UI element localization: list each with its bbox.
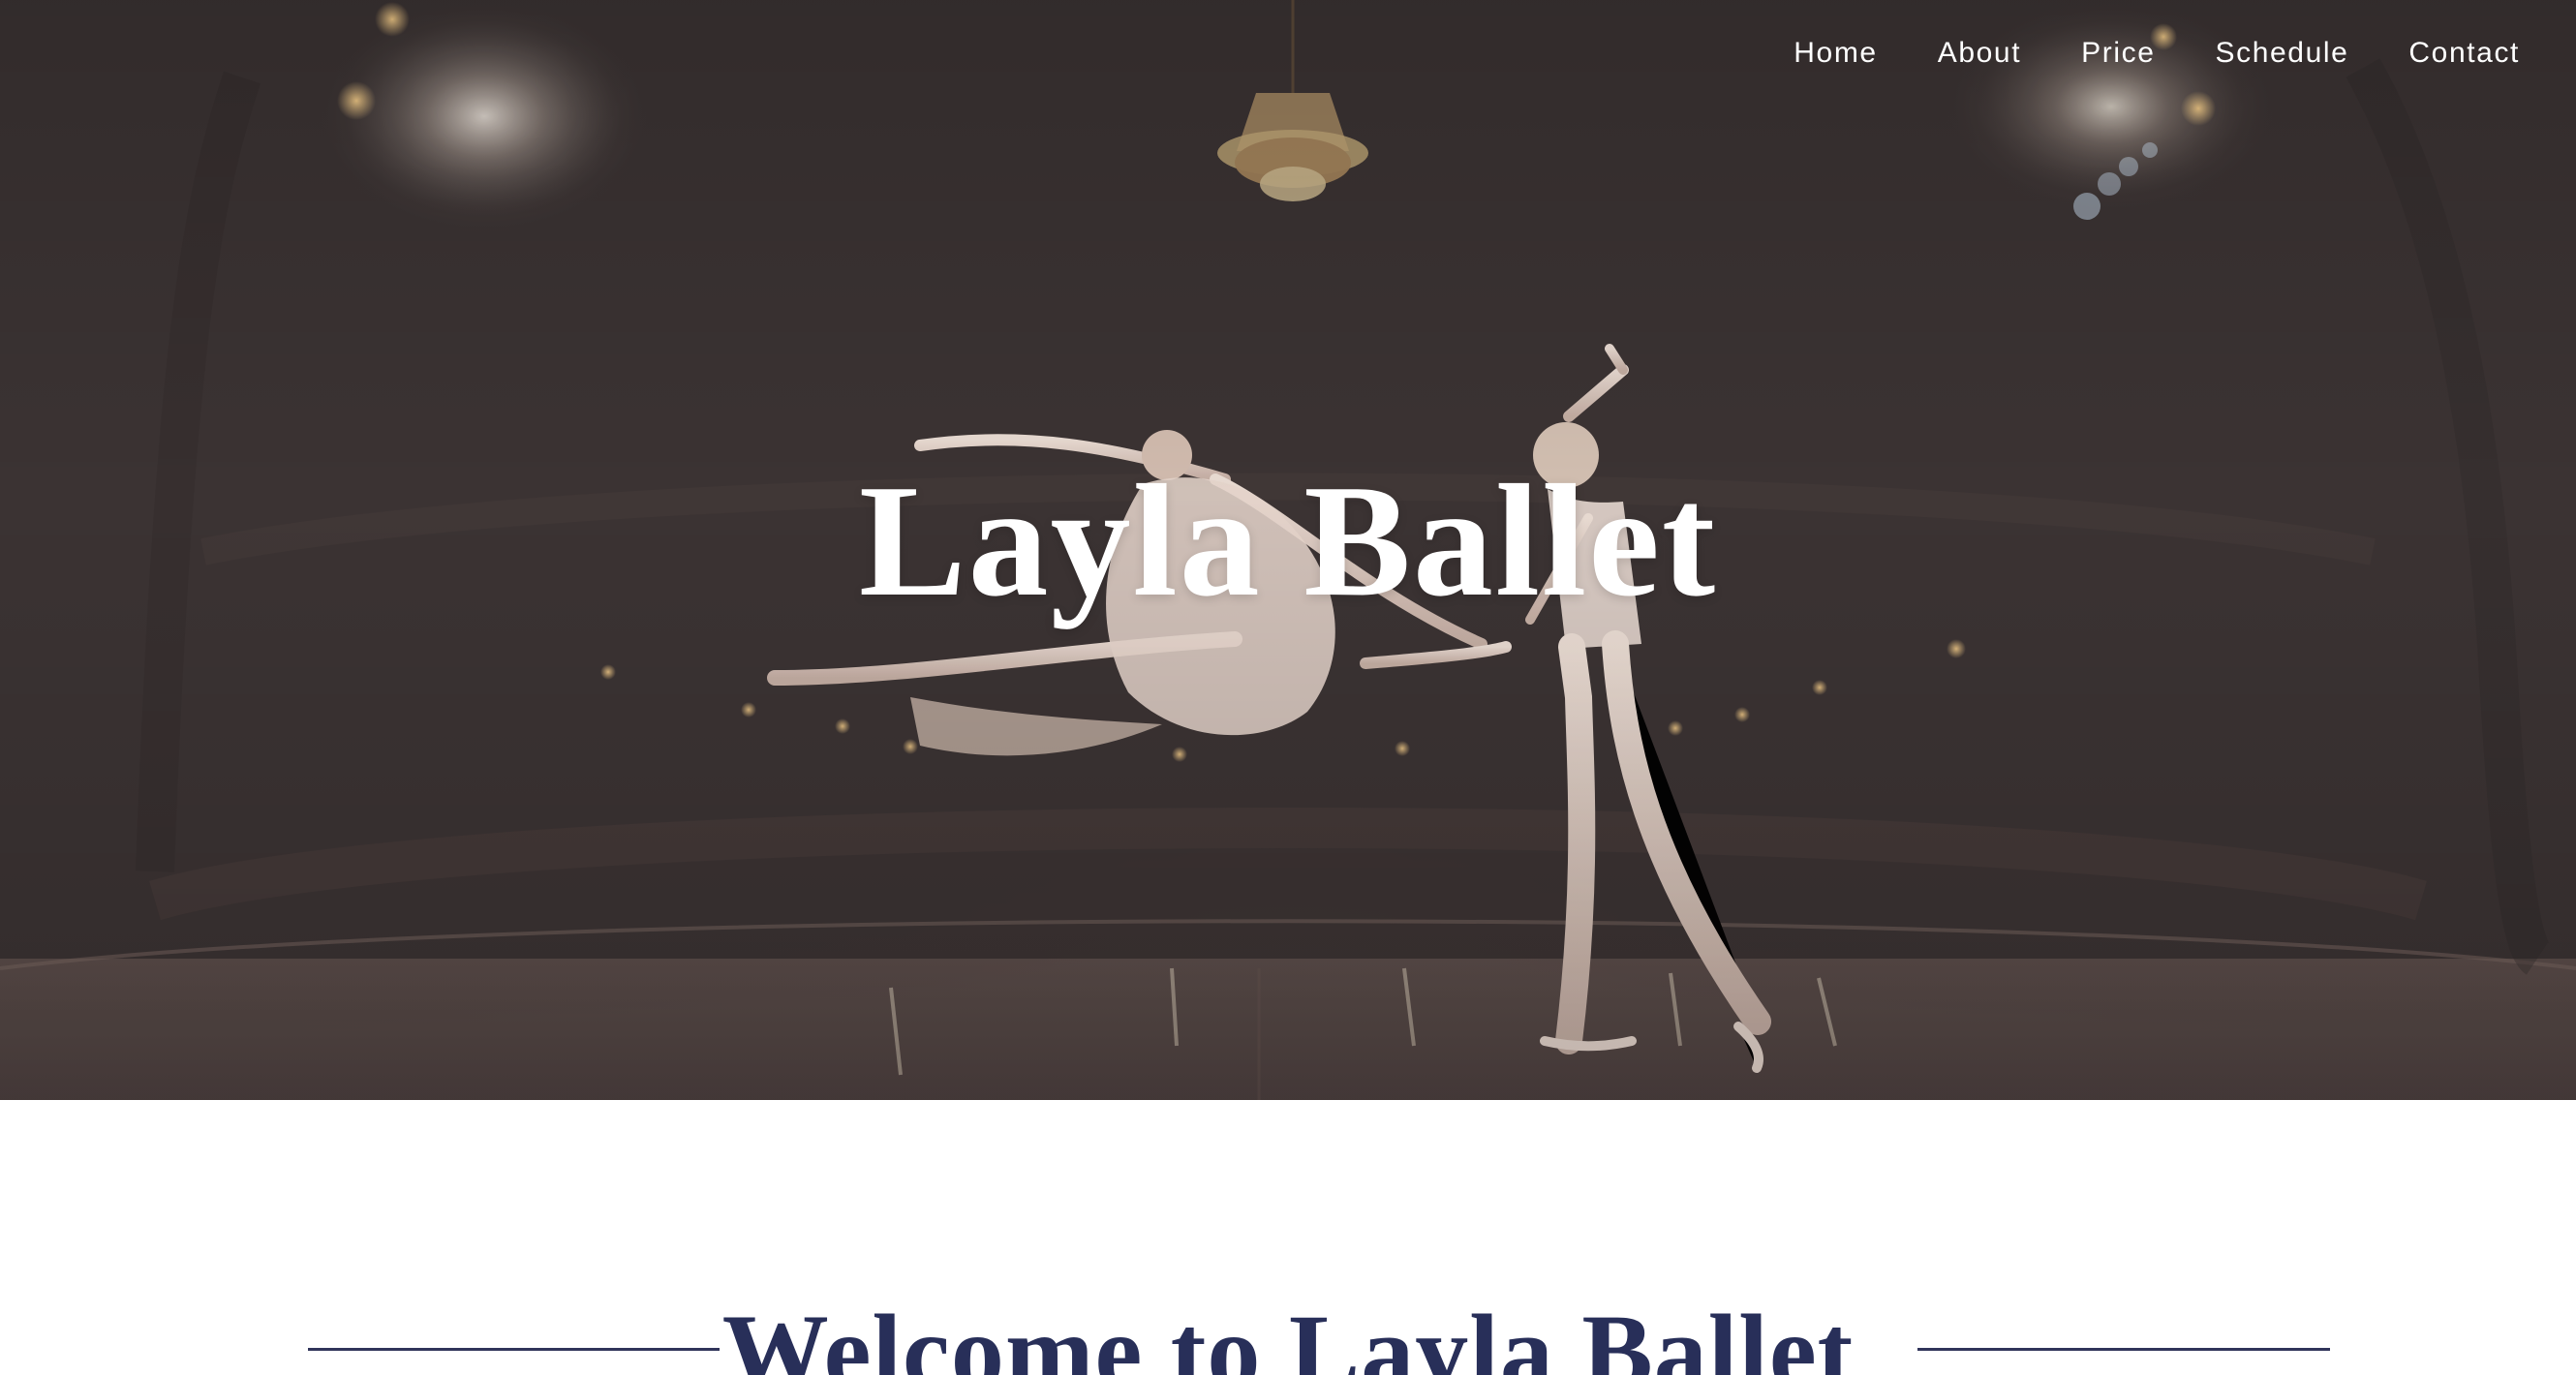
nav-contact-link[interactable]: Contact bbox=[2408, 29, 2520, 77]
nav-schedule-link[interactable]: Schedule bbox=[2216, 29, 2349, 77]
nav-about-link[interactable]: About bbox=[1938, 29, 2021, 77]
decorative-divider-right bbox=[1917, 1348, 2330, 1351]
nav-price-link[interactable]: Price bbox=[2081, 29, 2155, 77]
welcome-heading: Welcome to Layla Ballet bbox=[721, 1293, 1855, 1375]
nav-home-link[interactable]: Home bbox=[1794, 29, 1877, 77]
hero-title: Layla Ballet bbox=[858, 451, 1718, 629]
welcome-section: Welcome to Layla Ballet bbox=[0, 1100, 2576, 1375]
hero-section: Home About Price Schedule Contact Layla … bbox=[0, 0, 2576, 1100]
primary-navigation: Home About Price Schedule Contact bbox=[1794, 29, 2520, 77]
